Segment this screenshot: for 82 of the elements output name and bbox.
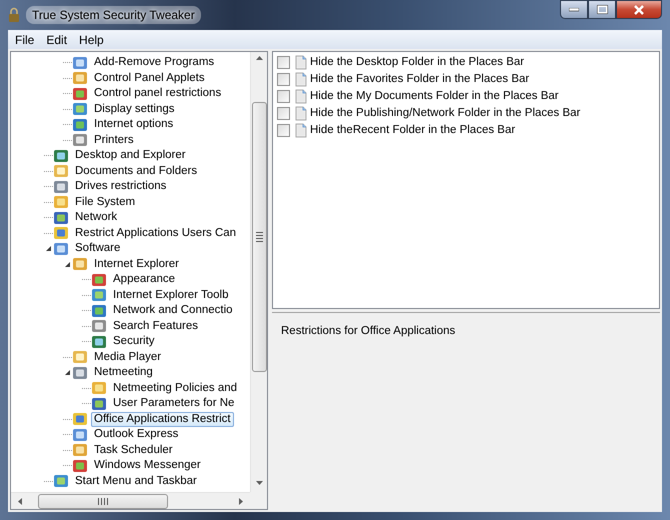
description-text: Restrictions for Office Applications xyxy=(281,325,456,337)
menu-item[interactable]: File xyxy=(10,30,40,48)
option-label[interactable]: Hide theRecent Folder in the Places Bar xyxy=(310,122,516,140)
tree-item[interactable]: Printers xyxy=(91,132,137,148)
app-icon xyxy=(91,288,107,302)
scrollbar-thumb[interactable] xyxy=(252,102,266,372)
lock-icon xyxy=(8,7,20,23)
tree-item[interactable]: Start Menu and Taskbar xyxy=(72,474,200,489)
app-icon xyxy=(72,257,88,272)
app-icon xyxy=(91,304,107,318)
app-icon xyxy=(53,210,69,225)
app-icon xyxy=(72,412,88,426)
tree-item[interactable]: User Parameters for Ne xyxy=(110,396,238,412)
minimize-icon xyxy=(569,8,579,12)
app-icon xyxy=(72,118,88,132)
tree-item[interactable]: Task Scheduler xyxy=(91,442,176,458)
tree-item[interactable]: Drives restrictions xyxy=(72,179,170,194)
checkbox[interactable] xyxy=(277,73,290,86)
tree-item[interactable]: File System xyxy=(72,194,138,210)
app-icon xyxy=(91,381,107,396)
option-label[interactable]: Hide the Desktop Folder in the Places Bar xyxy=(310,54,524,72)
tree-item[interactable]: Netmeeting Policies and xyxy=(110,380,240,396)
menu-item[interactable]: Edit xyxy=(41,30,72,48)
tree-item[interactable]: Display settings xyxy=(91,102,178,117)
app-icon xyxy=(72,458,88,473)
app-icon xyxy=(91,272,107,287)
checkbox[interactable] xyxy=(277,56,290,69)
scrollbar-thumb[interactable] xyxy=(38,494,168,508)
close-button[interactable] xyxy=(616,0,662,19)
app-icon xyxy=(72,102,88,116)
app-icon xyxy=(72,443,88,458)
app-icon xyxy=(72,428,88,442)
option-label[interactable]: Hide the My Documents Folder in the Places Bar xyxy=(310,88,559,106)
minimize-button[interactable] xyxy=(560,0,588,19)
tree-item[interactable]: Internet Explorer xyxy=(91,256,182,272)
app-icon xyxy=(72,56,88,70)
tree-item[interactable]: Network and Connectio xyxy=(110,303,236,318)
document-icon xyxy=(295,123,307,138)
tree-item[interactable]: Documents and Folders xyxy=(72,164,200,179)
tree-item[interactable]: Appearance xyxy=(110,272,178,288)
document-icon xyxy=(295,55,307,70)
tree-item[interactable]: Internet options xyxy=(91,117,176,132)
menu-item[interactable]: Help xyxy=(74,30,109,48)
tree-item[interactable]: Control panel restrictions xyxy=(91,86,224,102)
app-icon xyxy=(53,180,69,194)
checkbox[interactable] xyxy=(277,107,290,120)
tree-item[interactable]: Netmeeting xyxy=(91,365,156,380)
tree-item[interactable]: Windows Messenger xyxy=(91,458,204,474)
app-icon xyxy=(53,195,69,210)
document-icon xyxy=(295,106,307,121)
tree-item[interactable]: Control Panel Applets xyxy=(91,70,208,86)
app-icon xyxy=(53,164,69,178)
maximize-icon xyxy=(596,5,608,14)
app-icon xyxy=(53,226,69,240)
checkbox[interactable] xyxy=(277,124,290,137)
app-icon xyxy=(53,242,69,256)
maximize-button[interactable] xyxy=(588,0,616,19)
option-label[interactable]: Hide the Publishing/Network Folder in the Places Bar xyxy=(310,104,580,122)
app-icon xyxy=(53,148,69,163)
tree-item[interactable]: Network xyxy=(72,210,120,226)
close-icon xyxy=(633,4,645,14)
tree-item[interactable]: Media Player xyxy=(91,350,164,365)
document-icon xyxy=(295,72,307,87)
app-icon xyxy=(72,71,88,86)
tree-item[interactable]: Add-Remove Programs xyxy=(91,55,218,70)
app-icon xyxy=(91,334,107,349)
checkbox[interactable] xyxy=(277,90,290,103)
tree-item[interactable]: Restrict Applications Users Can xyxy=(72,226,240,241)
option-label[interactable]: Hide the Favorites Folder in the Places Bar xyxy=(310,70,530,88)
tree-item[interactable]: Office Applications Restrict xyxy=(91,412,234,427)
app-icon xyxy=(91,396,107,411)
document-icon xyxy=(295,89,307,104)
app-icon xyxy=(72,350,88,364)
tree-item[interactable]: Desktop and Explorer xyxy=(72,148,189,164)
tree-item[interactable]: Security xyxy=(110,334,158,350)
tree-item[interactable]: Internet Explorer Toolb xyxy=(110,288,232,303)
app-icon xyxy=(72,86,88,101)
tree-item[interactable]: Software xyxy=(72,241,124,256)
app-icon xyxy=(53,474,69,488)
app-icon xyxy=(72,366,88,380)
tree-item[interactable]: Search Features xyxy=(110,318,202,334)
tree-item[interactable]: Outlook Express xyxy=(91,427,182,442)
